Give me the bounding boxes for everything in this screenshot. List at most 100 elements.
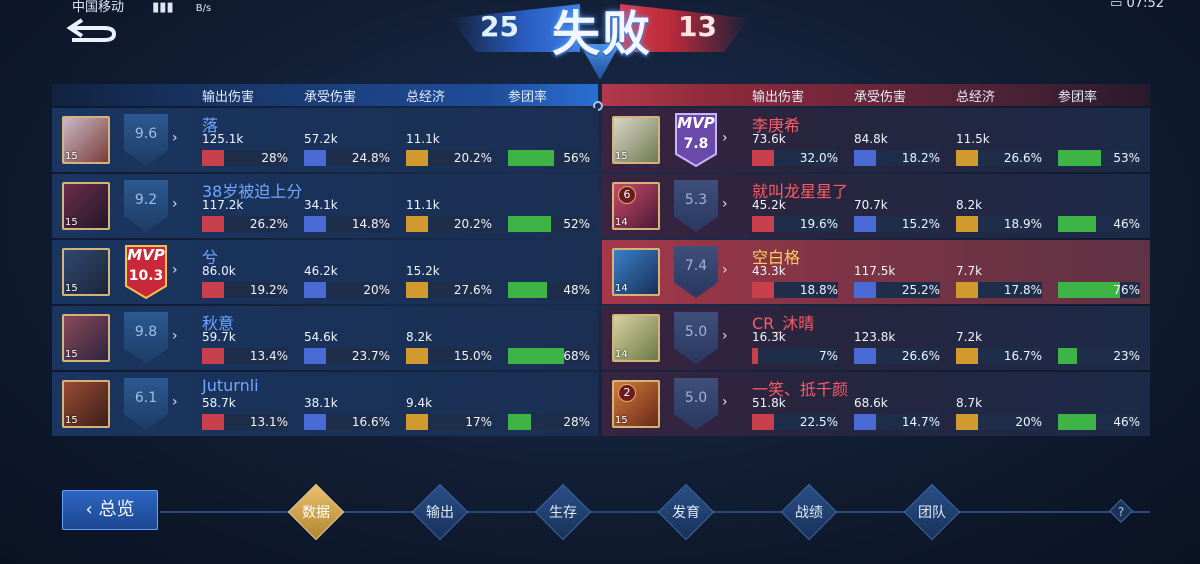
red-col-gold: 总经济: [956, 90, 996, 105]
blue-player-row[interactable]: 15 9.2 › 38岁被迫上分 117.2k 26.2% 34.1k 14.8% 11.1k 2…: [52, 174, 598, 238]
chevron-right-icon[interactable]: ›: [722, 328, 728, 344]
blue-score: 25: [480, 10, 519, 43]
nav-tab[interactable]: 发育: [657, 483, 715, 541]
hero-avatar[interactable]: 15: [62, 380, 110, 428]
back-arrow-icon: [66, 18, 117, 42]
damage-taken-value: 84.8k: [854, 132, 888, 146]
damage-taken-percent: 18.2%: [901, 151, 940, 165]
chevron-right-icon[interactable]: ›: [722, 394, 728, 410]
damage-taken-percent: 20%: [363, 283, 390, 297]
team-participation-stat: 28%: [508, 396, 594, 434]
team-participation-bar: [508, 282, 547, 298]
gold-stat: 11.1k 20.2%: [406, 132, 496, 170]
damage-color-swatch: [202, 414, 224, 430]
blue-player-row[interactable]: 15 9.6 › 落 125.1k 28% 57.2k 24.8% 11.1k 20.2% 56%: [52, 108, 598, 172]
hero-avatar[interactable]: 15: [62, 314, 110, 362]
blue-player-row[interactable]: 15 MVP 10.3 › 兮 86.0k 19.2% 46.2k 20% 15.2k 27.6% 4…: [52, 240, 598, 304]
damage-taken-color-swatch: [304, 348, 326, 364]
nav-tab-label: 战绩: [795, 505, 823, 521]
damage-percent: 28%: [261, 151, 288, 165]
damage-percent: 26.2%: [249, 217, 288, 231]
chevron-right-icon[interactable]: ›: [172, 328, 178, 344]
damage-taken-stat: 68.6k 14.7%: [854, 396, 944, 434]
gold-color-swatch: [406, 414, 428, 430]
red-player-row[interactable]: 15 2 5.0 › 一笑、抵千颜 51.8k 22.5% 68.6k 14.7% 8.7k 20%…: [602, 372, 1150, 436]
battery-icon: ▭: [1110, 0, 1123, 11]
damage-stat: 16.3k 7%: [752, 330, 842, 368]
hero-avatar[interactable]: 15: [62, 116, 110, 164]
team-participation-stat: 56%: [508, 132, 594, 170]
gold-percent: 17.8%: [1003, 283, 1042, 297]
nav-tab[interactable]: 数据: [287, 483, 345, 541]
gold-stat: 8.2k 15.0%: [406, 330, 496, 368]
nav-tab-label: 输出: [426, 505, 454, 521]
team-participation-stat: 46%: [1058, 396, 1144, 434]
gold-value: 8.7k: [956, 396, 983, 410]
damage-stat: 51.8k 22.5%: [752, 396, 842, 434]
damage-stat: 43.3k 18.8%: [752, 264, 842, 302]
damage-color-swatch: [202, 150, 224, 166]
help-button[interactable]: ?: [1108, 498, 1134, 524]
team-participation-stat: 76%: [1058, 264, 1144, 302]
chevron-right-icon[interactable]: ›: [172, 262, 178, 278]
damage-taken-percent: 24.8%: [351, 151, 390, 165]
red-player-row[interactable]: 15 MVP 7.8 › 李庚希 73.6k 32.0% 84.8k 18.2% 11.5k 26.…: [602, 108, 1150, 172]
damage-value: 58.7k: [202, 396, 236, 410]
red-player-row[interactable]: 14 7.4 › 空白格 43.3k 18.8% 117.5k 25.2% 7.7k 17.8% 7…: [602, 240, 1150, 304]
team-participation-percent: 76%: [1113, 283, 1140, 297]
chevron-right-icon[interactable]: ›: [722, 262, 728, 278]
nav-tab[interactable]: 输出: [411, 483, 469, 541]
gold-percent: 26.6%: [1003, 151, 1042, 165]
gold-stat: 8.7k 20%: [956, 396, 1046, 434]
player-score: 10.3: [128, 268, 164, 284]
gold-value: 11.5k: [956, 132, 990, 146]
damage-stat: 59.7k 13.4%: [202, 330, 292, 368]
damage-taken-stat: 117.5k 25.2%: [854, 264, 944, 302]
team-participation-bar: [508, 414, 531, 430]
damage-taken-color-swatch: [304, 216, 326, 232]
nav-tab-label: 数据: [302, 505, 330, 521]
blue-player-row[interactable]: 15 6.1 › Juturnli 58.7k 13.1% 38.1k 16.6% 9.4k 17…: [52, 372, 598, 436]
player-score: 9.2: [124, 180, 168, 232]
nav-tab[interactable]: 生存: [534, 483, 592, 541]
player-score: 5.0: [674, 378, 718, 430]
team-participation-bar: [1058, 216, 1096, 232]
damage-value: 125.1k: [202, 132, 244, 146]
player-score: 7.4: [674, 246, 718, 298]
team-participation-percent: 52%: [563, 217, 590, 231]
nav-tab[interactable]: 团队: [903, 483, 961, 541]
hero-avatar[interactable]: 14: [612, 314, 660, 362]
damage-percent: 19.2%: [249, 283, 288, 297]
chevron-right-icon[interactable]: ›: [722, 196, 728, 212]
hero-avatar[interactable]: 15: [62, 248, 110, 296]
chevron-right-icon[interactable]: ›: [722, 130, 728, 146]
hero-avatar[interactable]: 15 2: [612, 380, 660, 428]
hero-avatar[interactable]: 14: [612, 248, 660, 296]
team-participation-percent: 46%: [1113, 415, 1140, 429]
hero-level: 14: [615, 283, 628, 294]
damage-percent: 13.4%: [249, 349, 288, 363]
hero-avatar[interactable]: 14 6: [612, 182, 660, 230]
chevron-right-icon[interactable]: ›: [172, 394, 178, 410]
damage-percent: 19.6%: [799, 217, 838, 231]
gold-stat: 11.1k 20.2%: [406, 198, 496, 236]
gold-color-swatch: [956, 348, 978, 364]
blue-player-row[interactable]: 15 9.8 › 秋意 59.7k 13.4% 54.6k 23.7% 8.2k 15.0% 68%: [52, 306, 598, 370]
red-score: 13: [678, 10, 717, 43]
damage-taken-percent: 16.6%: [351, 415, 390, 429]
team-participation-percent: 28%: [563, 415, 590, 429]
red-player-row[interactable]: 14 6 5.3 › 就叫龙星星了 45.2k 19.6% 70.7k 15.2% 8.2k 18.…: [602, 174, 1150, 238]
red-player-row[interactable]: 14 5.0 › CR_沐晴 16.3k 7% 123.8k 26.6% 7.2k 16.7% 23…: [602, 306, 1150, 370]
back-button[interactable]: [64, 14, 122, 44]
damage-color-swatch: [752, 216, 774, 232]
hero-avatar[interactable]: 15: [612, 116, 660, 164]
damage-taken-color-swatch: [304, 150, 326, 166]
chevron-right-icon[interactable]: ›: [172, 196, 178, 212]
chevron-right-icon[interactable]: ›: [172, 130, 178, 146]
red-col-team: 参团率: [1058, 90, 1098, 105]
overview-button[interactable]: ‹ 总览: [62, 490, 158, 530]
team-participation-bar: [1058, 348, 1077, 364]
hero-avatar[interactable]: 15: [62, 182, 110, 230]
nav-tab[interactable]: 战绩: [780, 483, 838, 541]
status-bar-right: ▭ 07:52: [1110, 0, 1164, 11]
